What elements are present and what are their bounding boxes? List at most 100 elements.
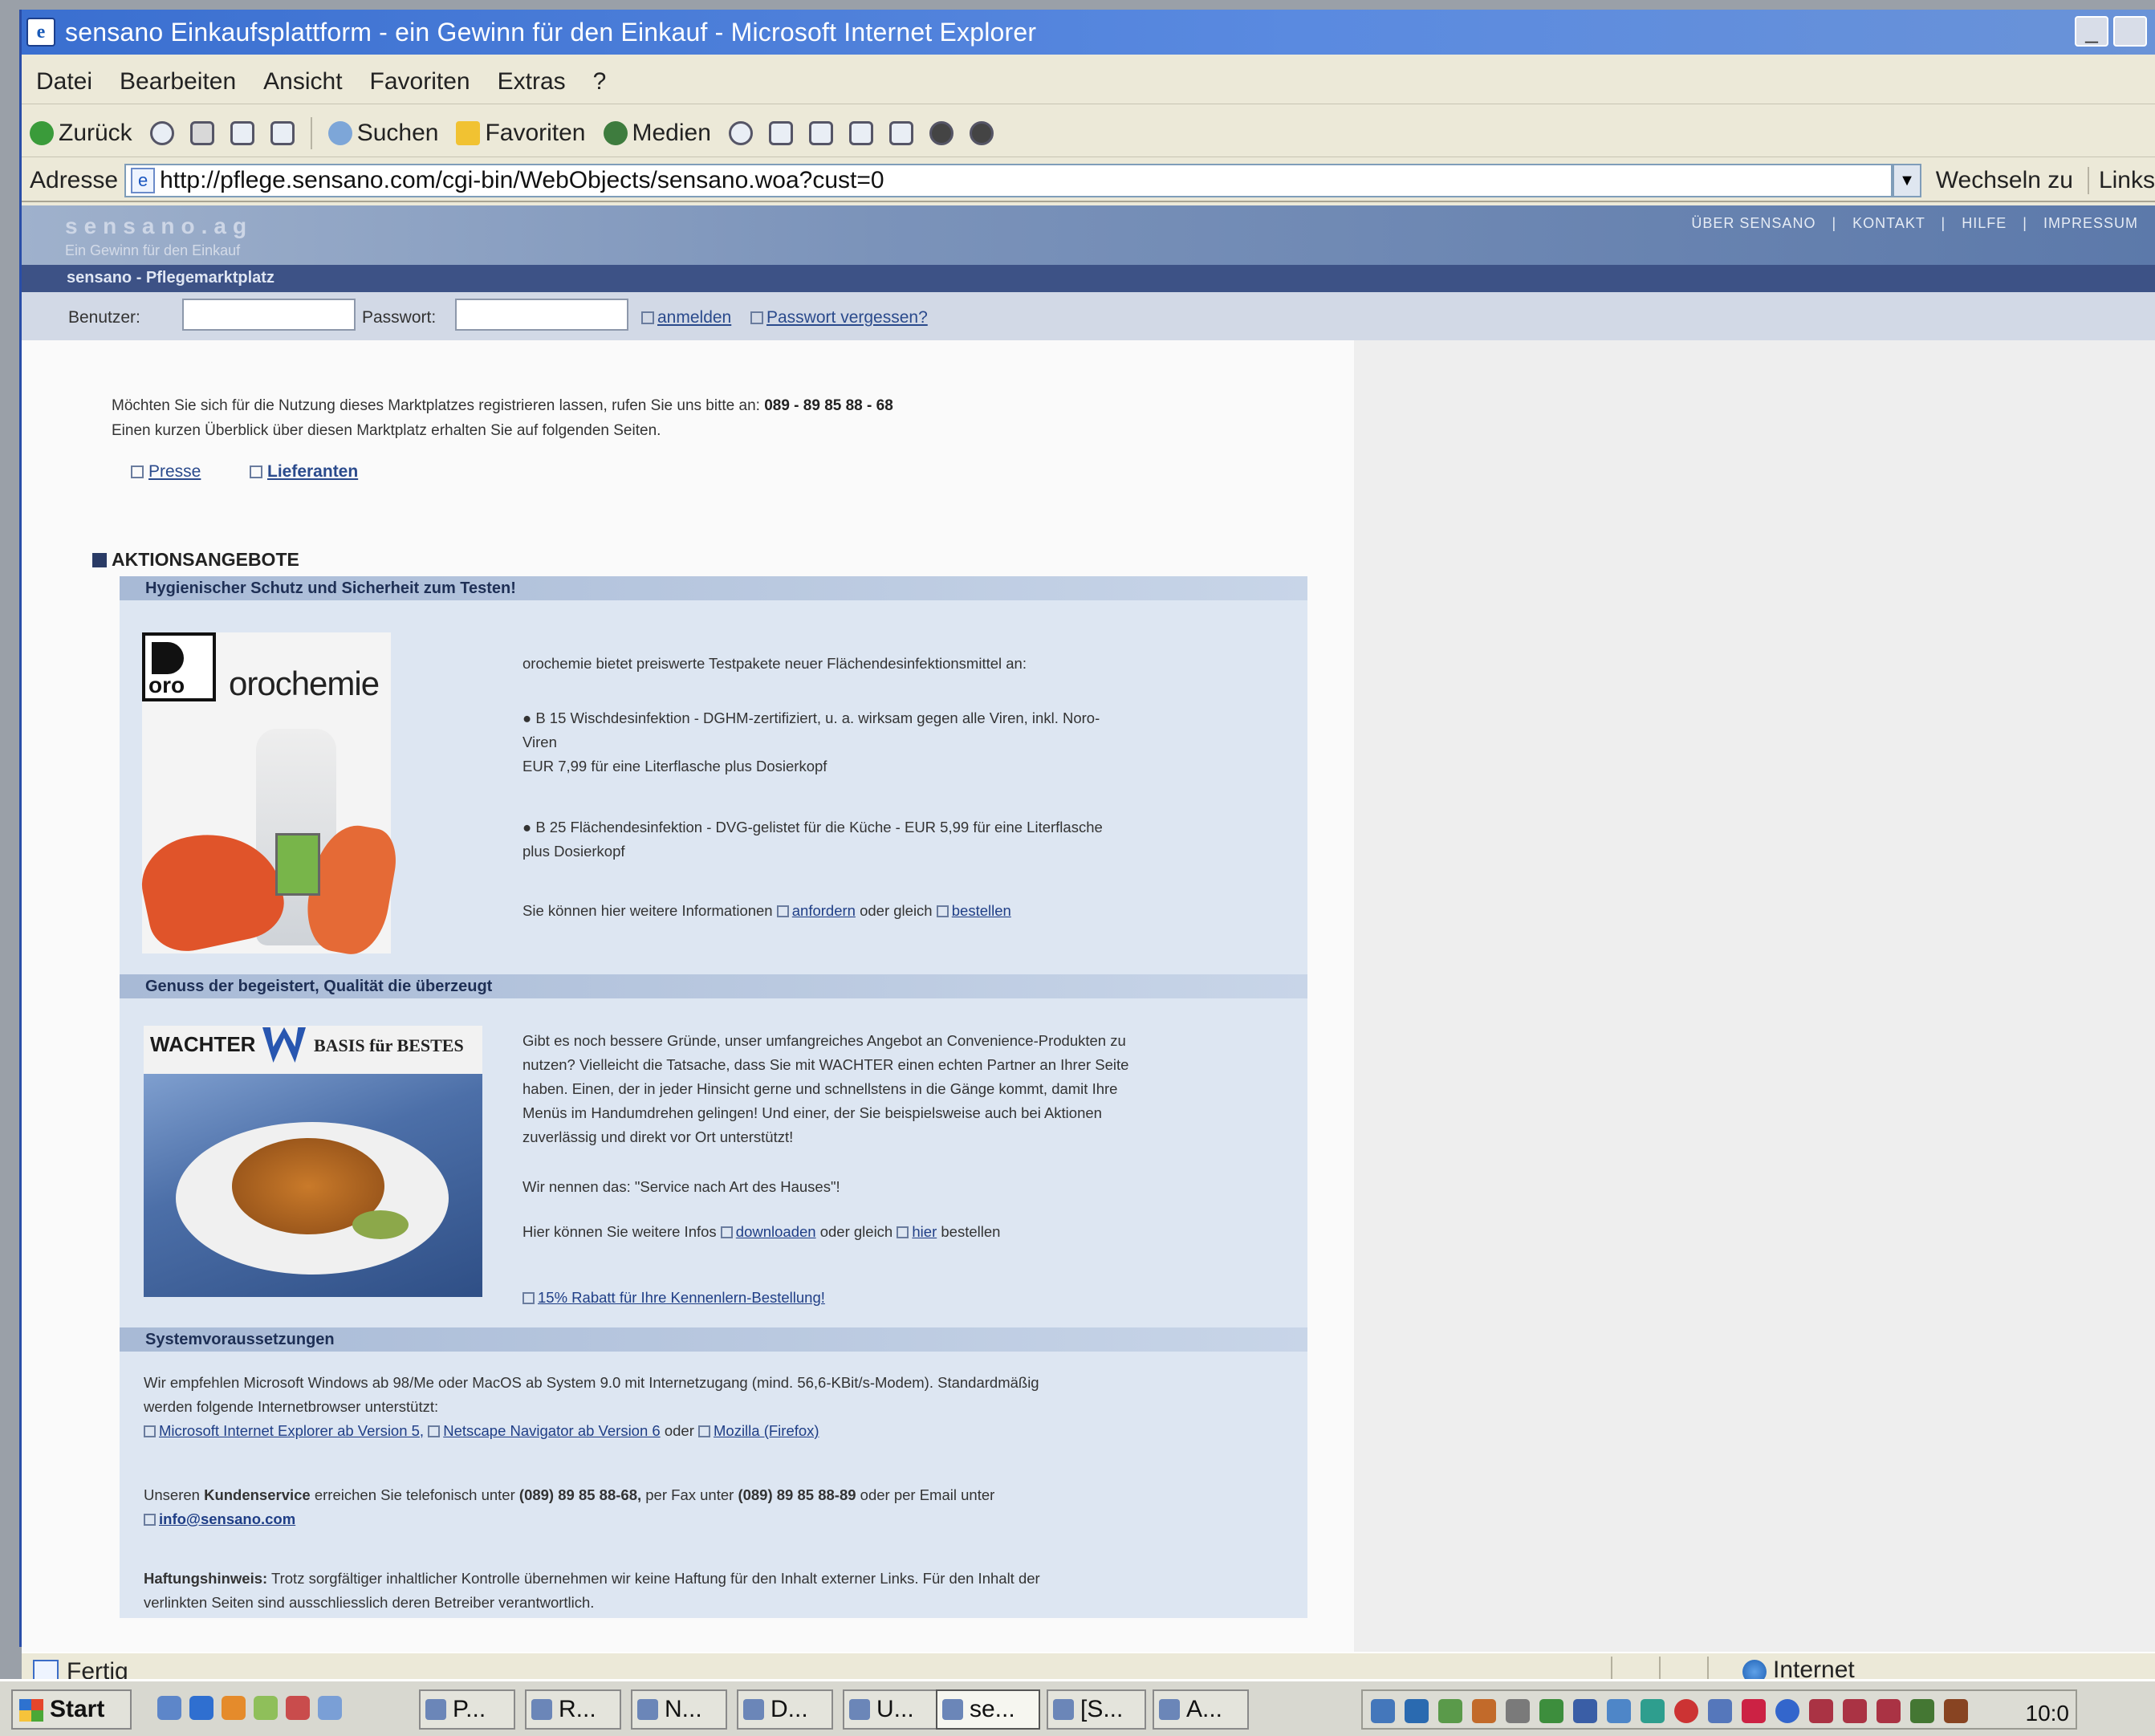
offer2-discount-link[interactable]: 15% Rabatt für Ihre Kennenlern-Bestellun… xyxy=(522,1289,825,1306)
task-button[interactable]: N... xyxy=(631,1689,727,1730)
home-icon[interactable] xyxy=(270,120,295,145)
oro-logo-text: oro xyxy=(148,673,185,697)
tray-app-icon[interactable] xyxy=(1843,1699,1867,1723)
offer1-band: Hygienischer Schutz und Sicherheit zum T… xyxy=(120,576,1307,600)
media-button[interactable]: Medien xyxy=(603,120,711,147)
task-button[interactable]: D... xyxy=(737,1689,833,1730)
tray-app-icon[interactable] xyxy=(1742,1699,1766,1723)
forward-icon[interactable] xyxy=(149,120,174,145)
minimize-button[interactable]: _ xyxy=(2075,16,2108,47)
offer1-more-pre: Sie können hier weitere Informationen xyxy=(522,902,773,919)
browser-mozilla-link[interactable]: Mozilla (Firefox) xyxy=(698,1422,819,1439)
browser-netscape-link[interactable]: Netscape Navigator ab Version 6 xyxy=(428,1422,661,1439)
forgot-password-link[interactable]: Passwort vergessen? xyxy=(750,308,928,327)
quicklaunch-app-icon[interactable] xyxy=(286,1696,310,1720)
taskbar-clock[interactable]: 10:0 xyxy=(2026,1701,2070,1726)
tray-app-icon[interactable] xyxy=(1573,1699,1597,1723)
search-button[interactable]: Suchen xyxy=(327,120,438,147)
quicklaunch-ie-icon[interactable] xyxy=(189,1696,213,1720)
system-requirements: Wir empfehlen Microsoft Windows ab 98/Me… xyxy=(144,1371,1299,1443)
nav-link-lieferanten[interactable]: Lieferanten xyxy=(250,462,358,482)
offer1-order-label: bestellen xyxy=(951,902,1011,919)
address-input[interactable]: e http://pflege.sensano.com/cgi-bin/WebO… xyxy=(124,164,1893,197)
edit-icon[interactable] xyxy=(848,120,873,145)
task-button[interactable]: P... xyxy=(419,1689,515,1730)
browser-netscape-label: Netscape Navigator ab Version 6 xyxy=(443,1422,661,1439)
top-link-about[interactable]: ÜBER SENSANO xyxy=(1691,215,1815,231)
cs-fax: (089) 89 85 88-89 xyxy=(738,1486,856,1503)
link-bullet-icon xyxy=(897,1226,909,1238)
discuss-icon[interactable] xyxy=(888,120,913,145)
tray-app-icon[interactable] xyxy=(1506,1699,1530,1723)
tray-flag-icon[interactable] xyxy=(1405,1699,1429,1723)
history-icon[interactable] xyxy=(728,120,753,145)
address-url[interactable]: http://pflege.sensano.com/cgi-bin/WebObj… xyxy=(160,167,884,194)
menu-bearbeiten[interactable]: Bearbeiten xyxy=(120,68,236,96)
offer2-discount-label: 15% Rabatt für Ihre Kennenlern-Bestellun… xyxy=(538,1289,825,1306)
menu-datei[interactable]: Datei xyxy=(36,68,92,96)
menu-favoriten[interactable]: Favoriten xyxy=(370,68,470,96)
menu-help[interactable]: ? xyxy=(593,68,607,96)
tray-app-icon[interactable] xyxy=(1944,1699,1968,1723)
login-link[interactable]: anmelden xyxy=(641,308,731,327)
maximize-button[interactable] xyxy=(2113,16,2147,47)
link-bullet-icon xyxy=(250,466,262,478)
task-button-active[interactable]: se... xyxy=(936,1689,1040,1730)
tray-app-icon[interactable] xyxy=(1607,1699,1631,1723)
stop-icon[interactable] xyxy=(189,120,214,145)
task-button[interactable]: R... xyxy=(525,1689,621,1730)
task-button[interactable]: A... xyxy=(1153,1689,1249,1730)
tray-app-icon[interactable] xyxy=(1674,1699,1698,1723)
tray-volume-icon[interactable] xyxy=(1472,1699,1496,1723)
task-button[interactable]: [S... xyxy=(1047,1689,1146,1730)
user-input[interactable] xyxy=(182,299,356,331)
favorites-button[interactable]: Favoriten xyxy=(456,120,586,147)
site-logo[interactable]: sensano.ag xyxy=(65,213,253,239)
browser-ie-link[interactable]: Microsoft Internet Explorer ab Version 5… xyxy=(144,1422,424,1439)
offer1-order-link[interactable]: bestellen xyxy=(936,902,1011,919)
menu-ansicht[interactable]: Ansicht xyxy=(263,68,342,96)
tray-app-icon[interactable] xyxy=(1708,1699,1732,1723)
quicklaunch-app-icon[interactable] xyxy=(318,1696,342,1720)
links-button[interactable]: Links xyxy=(2087,167,2155,194)
tray-app-icon[interactable] xyxy=(1876,1699,1901,1723)
print-icon[interactable] xyxy=(808,120,833,145)
top-link-imprint[interactable]: IMPRESSUM xyxy=(2043,215,2138,231)
password-input[interactable] xyxy=(455,299,628,331)
cs-email-link[interactable]: info@sensano.com xyxy=(144,1510,295,1527)
mail-icon[interactable] xyxy=(768,120,793,145)
refresh-icon[interactable] xyxy=(230,120,254,145)
wachter-product-image[interactable]: WACHTER BASIS für BESTES xyxy=(144,1026,482,1297)
ie-app-icon[interactable]: e xyxy=(26,18,55,47)
start-button[interactable]: Start xyxy=(11,1689,132,1730)
nav-link-presse[interactable]: Presse xyxy=(131,462,201,482)
title-bar[interactable]: e sensano Einkaufsplattform - ein Gewinn… xyxy=(22,10,2155,55)
offer1-request-link[interactable]: anfordern xyxy=(776,902,856,919)
tray-app-icon[interactable] xyxy=(1910,1699,1934,1723)
link-bullet-icon xyxy=(144,1514,156,1526)
top-links: ÜBER SENSANO | KONTAKT | HILFE | IMPRESS… xyxy=(1680,215,2138,232)
quicklaunch-media-icon[interactable] xyxy=(222,1696,246,1720)
wachter-logo-text: WACHTER xyxy=(150,1032,256,1056)
tray-app-icon[interactable] xyxy=(1438,1699,1462,1723)
top-link-contact[interactable]: KONTAKT xyxy=(1852,215,1925,231)
offer2-download-link[interactable]: downloaden xyxy=(720,1223,816,1240)
task-button[interactable]: U... xyxy=(843,1689,939,1730)
messenger-icon[interactable] xyxy=(929,120,953,145)
tray-app-icon[interactable] xyxy=(1775,1699,1799,1723)
quicklaunch-app-icon[interactable] xyxy=(254,1696,278,1720)
tray-network-icon[interactable] xyxy=(1371,1699,1395,1723)
quicklaunch-desktop-icon[interactable] xyxy=(157,1696,181,1720)
address-dropdown-button[interactable]: ▼ xyxy=(1893,164,1921,197)
back-button[interactable]: Zurück xyxy=(30,120,132,147)
tray-app-icon[interactable] xyxy=(1641,1699,1665,1723)
bluetooth-icon[interactable] xyxy=(969,120,994,145)
offer2-order-link[interactable]: hier xyxy=(897,1223,937,1240)
top-link-help[interactable]: HILFE xyxy=(1962,215,2007,231)
tray-app-icon[interactable] xyxy=(1539,1699,1563,1723)
tray-app-icon[interactable] xyxy=(1809,1699,1833,1723)
menu-extras[interactable]: Extras xyxy=(498,68,566,96)
go-button[interactable]: Wechseln zu xyxy=(1936,167,2073,194)
orochemie-product-image[interactable]: oro orochemie xyxy=(133,632,402,960)
offer2-more-post: bestellen xyxy=(941,1223,1001,1240)
